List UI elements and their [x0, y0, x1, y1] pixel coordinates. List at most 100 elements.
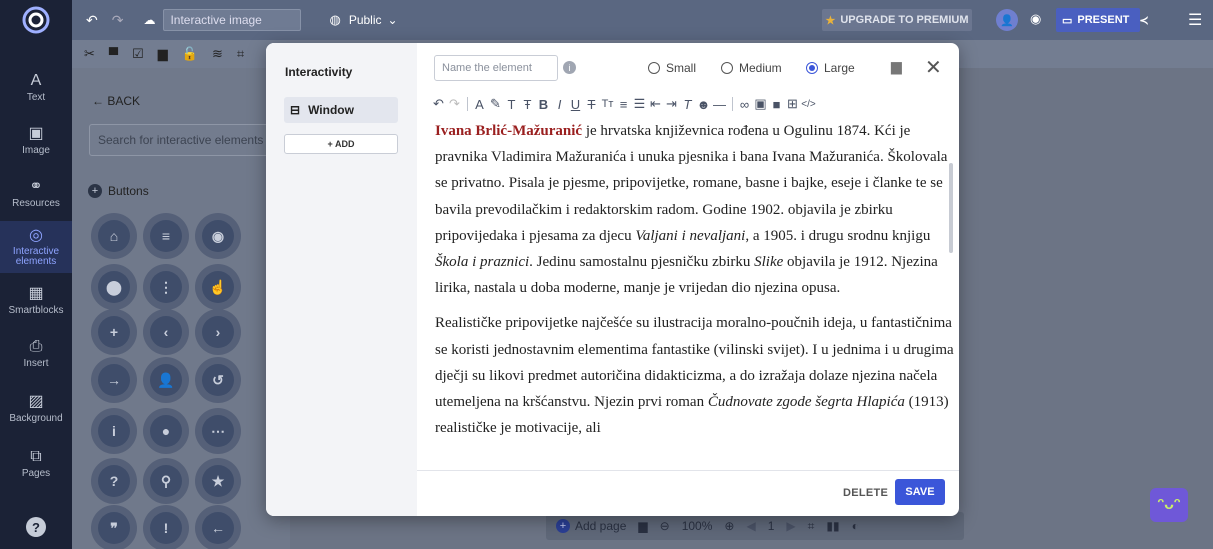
link-icon[interactable]: ∞ — [737, 95, 752, 113]
table-icon[interactable]: ⊞ — [785, 95, 800, 113]
back-arrow-button-element[interactable]: ← — [195, 505, 241, 549]
rail-smartblocks[interactable]: ▦ Smartblocks — [0, 279, 72, 322]
align-icon[interactable]: ≡ — [616, 95, 631, 113]
bold-icon[interactable]: B — [536, 95, 551, 113]
next-page-icon[interactable]: ▶ — [786, 519, 795, 533]
lock-icon[interactable]: 🔓 — [182, 46, 198, 62]
code-icon[interactable]: </> — [801, 95, 816, 113]
quote-button-element[interactable]: ❞ — [91, 505, 137, 549]
star-button-element[interactable]: ★ — [195, 458, 241, 504]
back-button[interactable]: ← BACK — [92, 94, 140, 108]
font-size-icon[interactable]: T — [504, 95, 519, 113]
search-button-element[interactable]: ⚲ — [143, 458, 189, 504]
redo-icon[interactable]: ↷ — [447, 95, 462, 113]
eye-button-element[interactable]: ◉ — [195, 213, 241, 259]
undo-icon[interactable]: ↶ — [431, 95, 446, 113]
undo-button-element[interactable]: ↺ — [195, 357, 241, 403]
trash-icon[interactable]: ▆ — [891, 58, 902, 75]
underline-icon[interactable]: U — [568, 95, 583, 113]
info-button-element[interactable]: i — [91, 408, 137, 454]
rail-interactive-elements[interactable]: ◎ Interactive elements — [0, 221, 72, 273]
size-small-option[interactable]: Small — [648, 61, 696, 75]
more-button-element[interactable]: ⋯ — [195, 408, 241, 454]
scrollbar[interactable] — [949, 163, 953, 253]
paste-icon[interactable]: ☑ — [132, 46, 144, 62]
zoom-in-icon[interactable]: ⊕ — [724, 519, 734, 533]
page-number[interactable]: 1 — [768, 519, 775, 533]
modal-footer: DELETE SAVE — [417, 470, 959, 516]
add-button[interactable]: + ADD — [284, 134, 398, 154]
buttons-section[interactable]: + Buttons — [88, 184, 149, 198]
question-button-element[interactable]: ? — [91, 458, 137, 504]
chat-widget-icon[interactable]: ᵔᴗᵔ — [1150, 488, 1188, 522]
rail-text[interactable]: A Text — [0, 66, 72, 109]
trash-icon[interactable]: ▆ — [638, 519, 647, 533]
horizontal-rule-icon[interactable]: — — [712, 95, 727, 113]
font-color-icon[interactable]: A — [472, 95, 487, 113]
save-button[interactable]: SAVE — [895, 479, 945, 505]
layers-icon[interactable]: ≋ — [212, 46, 223, 62]
app-logo[interactable] — [0, 0, 72, 40]
emoji-icon[interactable]: ☻ — [696, 95, 711, 113]
italic-icon[interactable]: I — [552, 95, 567, 113]
rail-resources[interactable]: ⚭ Resources — [0, 172, 72, 215]
outdent-icon[interactable]: ⇤ — [648, 95, 663, 113]
cut-icon[interactable]: ✂ — [84, 46, 95, 62]
delete-button[interactable]: DELETE — [843, 487, 888, 499]
case-icon[interactable]: Tт — [600, 95, 615, 113]
delete-icon[interactable]: ▆ — [158, 46, 168, 62]
size-medium-option[interactable]: Medium — [721, 61, 782, 75]
window-item[interactable]: ⊟ Window — [284, 97, 398, 123]
record-button-element[interactable]: ● — [143, 408, 189, 454]
title-field[interactable]: Interactive image — [163, 9, 302, 31]
indent-icon[interactable]: ⇥ — [664, 95, 679, 113]
font-family-icon[interactable]: Ŧ — [520, 95, 535, 113]
alert-button-element[interactable]: ! — [143, 505, 189, 549]
video-icon[interactable]: ■ — [769, 95, 784, 113]
share-icon[interactable]: ≺ — [1139, 14, 1148, 27]
copy-icon[interactable]: ▀ — [109, 47, 118, 62]
user-button-element[interactable]: 👤 — [143, 357, 189, 403]
preview-icon[interactable]: ◉ — [1030, 11, 1041, 27]
menu-icon[interactable]: ☰ — [1188, 10, 1202, 30]
visibility-select[interactable]: Public — [349, 13, 382, 27]
dots-vertical-button-element[interactable]: ⋮ — [143, 264, 189, 310]
rail-background[interactable]: ▨ Background — [0, 387, 72, 430]
help-icon[interactable]: ? — [26, 517, 46, 537]
size-large-option[interactable]: Large — [806, 61, 855, 75]
rail-insert[interactable]: ⎙ Insert — [0, 332, 72, 375]
pin-button-element[interactable]: ⬤ — [91, 264, 137, 310]
highlight-icon[interactable]: ✎ — [488, 95, 503, 113]
palette-icon[interactable]: ◐ — [852, 519, 859, 533]
zoom-out-icon[interactable]: ⊖ — [660, 519, 670, 533]
prev-page-icon[interactable]: ◀ — [746, 519, 755, 533]
grid-icon[interactable]: ⌗ — [808, 519, 815, 534]
strikethrough-icon[interactable]: T — [584, 95, 599, 113]
plus-button-element[interactable]: + — [91, 309, 137, 355]
hand-button-element[interactable]: ☝ — [195, 264, 241, 310]
upgrade-button[interactable]: ★ UPGRADE TO PREMIUM — [822, 9, 972, 31]
menu-button-element[interactable]: ≡ — [143, 213, 189, 259]
rail-pages[interactable]: ⧉ Pages — [0, 442, 72, 485]
rail-image[interactable]: ▣ Image — [0, 119, 72, 162]
bullet-list-icon[interactable]: ☰ — [632, 95, 647, 113]
text-editor-content[interactable]: Ivana Brlić-Mažuranić je hrvatska knjiže… — [435, 118, 955, 467]
next-button-element[interactable]: › — [195, 309, 241, 355]
image-icon[interactable]: ▣ — [753, 95, 768, 113]
home-button-element[interactable]: ⌂ — [91, 213, 137, 259]
grid-icon[interactable]: ⌗ — [237, 46, 244, 62]
redo-icon[interactable]: ↷ — [112, 12, 124, 29]
layout-icon[interactable]: ▮▮ — [826, 519, 839, 533]
prev-button-element[interactable]: ‹ — [143, 309, 189, 355]
present-button[interactable]: ▭ PRESENT ≺ — [1056, 8, 1149, 32]
add-page-button[interactable]: + Add page — [556, 519, 626, 533]
arrow-right-button-element[interactable]: → — [91, 357, 137, 403]
undo-icon[interactable]: ↶ — [86, 12, 98, 29]
info-icon[interactable]: i — [563, 61, 576, 74]
chevron-down-icon[interactable]: ⌄ — [388, 13, 398, 27]
clear-format-icon[interactable]: T — [680, 95, 695, 113]
close-icon[interactable]: ✕ — [925, 55, 942, 80]
search-input[interactable]: Search for interactive elements — [89, 124, 279, 156]
add-user-icon[interactable]: 👤 — [996, 9, 1018, 31]
element-name-input[interactable]: Name the element — [434, 55, 558, 81]
